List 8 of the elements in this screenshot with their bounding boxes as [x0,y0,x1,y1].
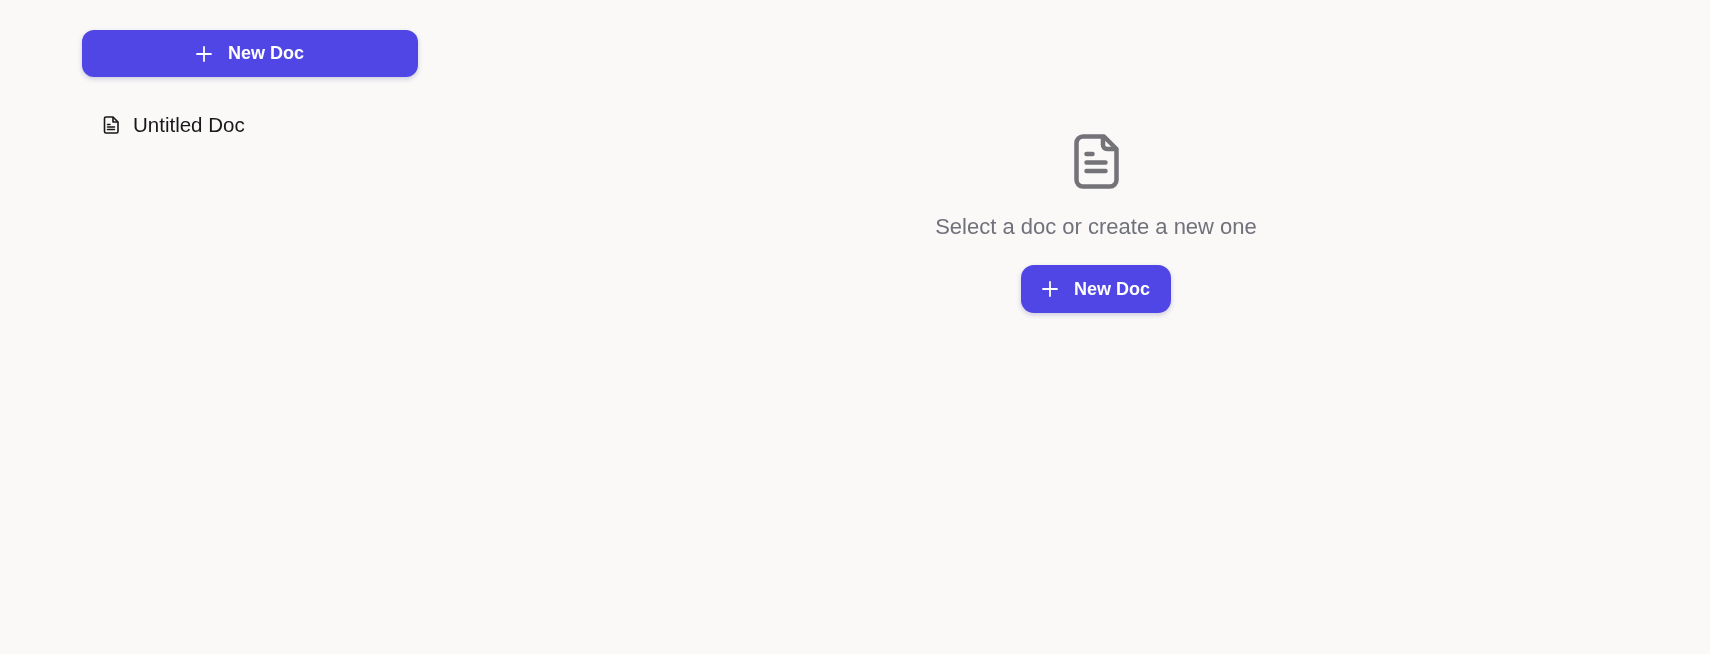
document-icon [103,116,119,134]
empty-state-message: Select a doc or create a new one [935,213,1257,241]
doc-list-item[interactable]: Untitled Doc [82,106,418,144]
document-icon [1073,134,1119,189]
new-doc-button[interactable]: New Doc [82,30,418,77]
plus-icon [1042,281,1058,297]
plus-icon [196,45,212,62]
new-doc-button[interactable]: New Doc [1021,265,1171,313]
